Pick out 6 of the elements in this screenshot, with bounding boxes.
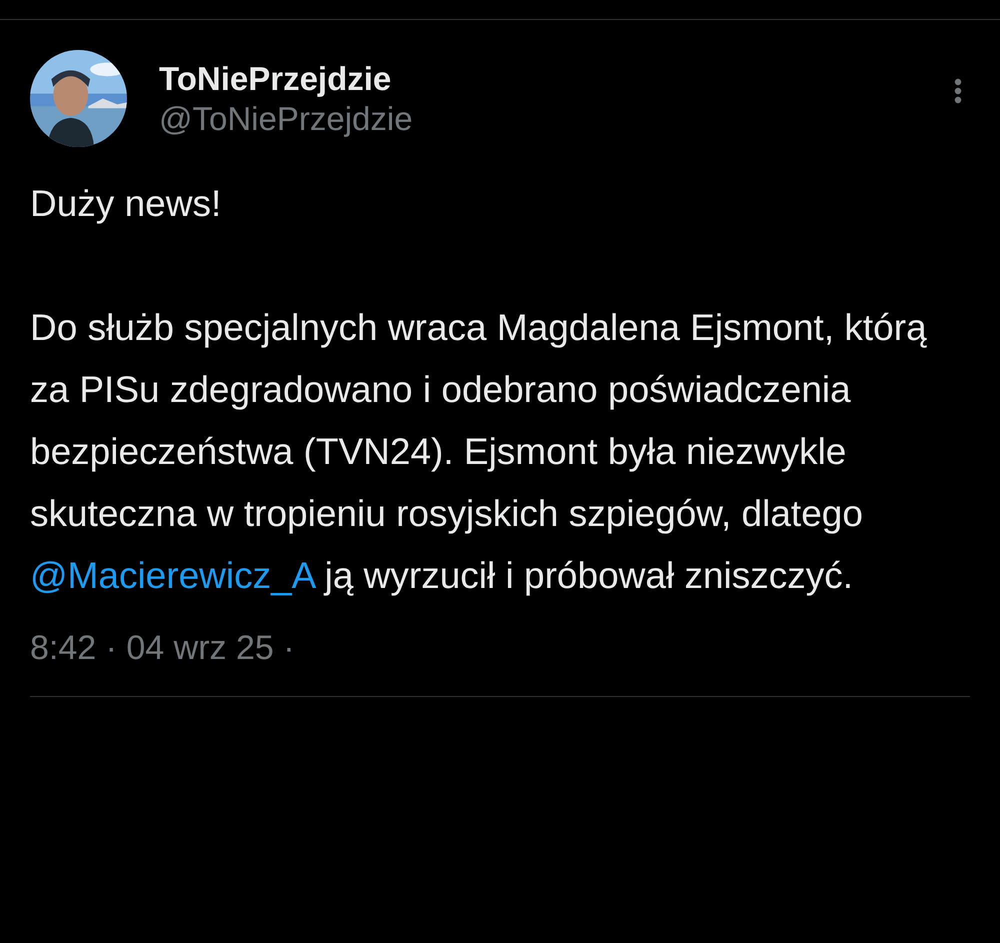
- author-handle[interactable]: @ToNiePrzejdzie: [159, 100, 922, 138]
- tweet-headline: Duży news!: [30, 182, 222, 226]
- tweet-text: Do służb specjalnych wraca Magdalena Ejsmont, którą za PISu zdegradowano i odebrano poświadczenia bezpieczeństwa (TVN24). Ejsmont była niezwykle skuteczna w tropieniu rosyjskich szpiegów, dlatego @Macierewicz_A ją wyrzucił i próbował zniszczyć.: [30, 306, 928, 598]
- mention-link[interactable]: @Macierewicz_A: [30, 555, 314, 596]
- author-name[interactable]: ToNiePrzejdzie: [159, 60, 922, 98]
- timestamp[interactable]: 8:42 · 04 wrz 25 ·: [30, 629, 970, 668]
